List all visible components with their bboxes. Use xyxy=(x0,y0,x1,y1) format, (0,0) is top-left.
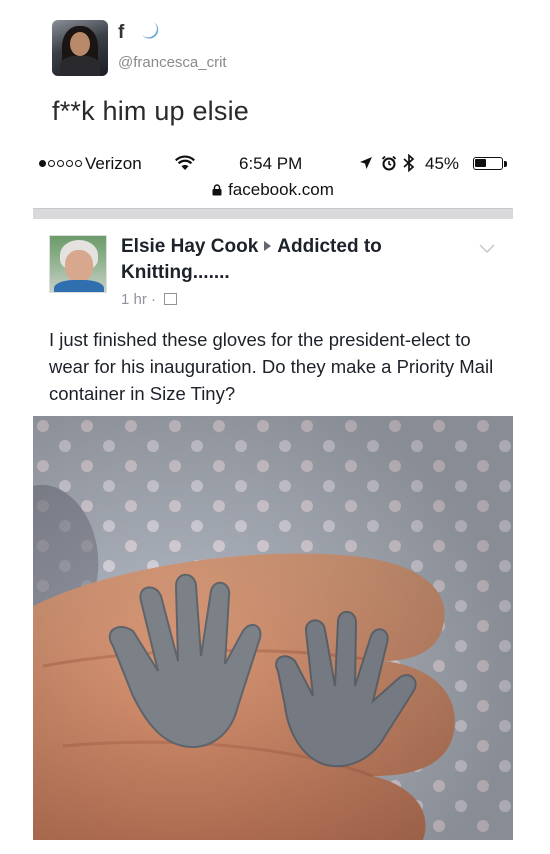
arrow-right-icon xyxy=(264,241,272,251)
moon-icon xyxy=(142,22,159,39)
post-author-name[interactable]: Elsie Hay Cook xyxy=(121,236,258,257)
post-author-avatar[interactable] xyxy=(49,235,107,293)
battery-tip xyxy=(504,161,507,167)
post-text: I just finished these gloves for the pre… xyxy=(49,329,494,404)
post-timestamp[interactable]: 1 hr xyxy=(121,291,147,308)
signal-strength-icon xyxy=(39,160,82,167)
post-photo[interactable] xyxy=(33,416,513,840)
tweet-avatar[interactable] xyxy=(52,20,108,76)
address-bar[interactable]: facebook.com xyxy=(33,180,513,206)
signal-dot xyxy=(66,160,73,167)
browser-divider xyxy=(33,208,513,219)
friends-icon xyxy=(164,293,178,305)
signal-dot xyxy=(48,160,55,167)
signal-dot xyxy=(75,160,82,167)
tweet-display-name[interactable]: f xyxy=(118,22,124,44)
carrier-name: Verizon xyxy=(85,154,142,173)
location-arrow-icon xyxy=(360,157,372,169)
chevron-down-icon[interactable] xyxy=(479,244,495,254)
tweet-header: f @francesca_crit xyxy=(52,18,512,78)
lock-icon xyxy=(212,184,222,196)
status-bar: Verizon 6:54 PM 45% xyxy=(33,146,513,180)
signal-dot xyxy=(39,160,46,167)
meta-separator: · xyxy=(151,291,157,308)
tweet-handle[interactable]: @francesca_crit xyxy=(118,54,227,71)
battery-icon xyxy=(473,157,503,170)
address-url: facebook.com xyxy=(228,180,334,199)
bluetooth-icon xyxy=(403,154,415,172)
alarm-icon xyxy=(381,155,397,171)
wifi-icon xyxy=(175,155,195,170)
battery-percentage: 45% xyxy=(425,154,460,173)
facebook-screenshot: Verizon 6:54 PM 45% facebook.com Elsie H… xyxy=(33,146,513,840)
post-header: Elsie Hay Cook Addicted to Knitting......… xyxy=(121,234,451,286)
signal-dot xyxy=(57,160,64,167)
post-meta: 1 hr · xyxy=(121,291,178,308)
status-time: 6:54 PM xyxy=(239,154,303,173)
tweet-text: f**k him up elsie xyxy=(52,96,249,126)
